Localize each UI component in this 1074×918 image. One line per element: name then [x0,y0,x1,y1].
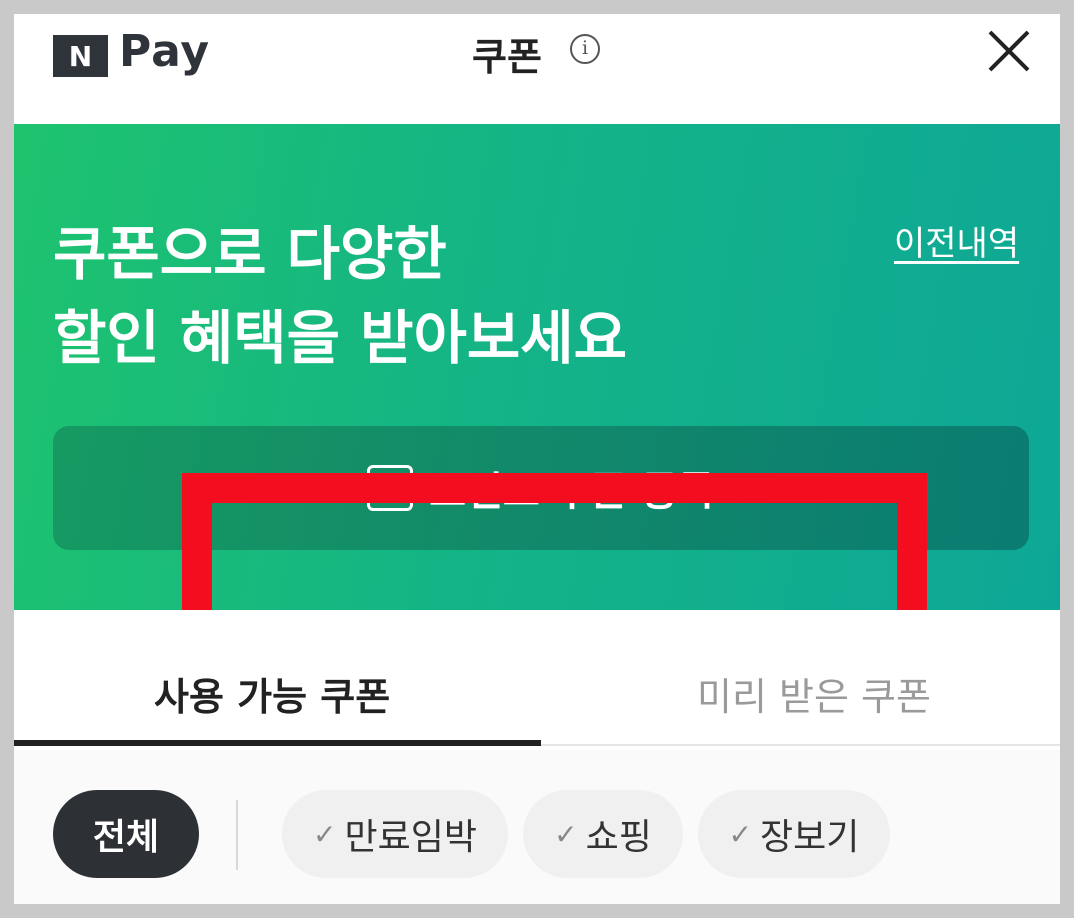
filter-chip-label: 장보기 [760,817,860,858]
filter-divider [236,800,238,870]
check-icon: ✓ [313,817,337,851]
check-icon: ✓ [728,817,753,851]
filter-chip-label: 쇼핑 [585,817,652,858]
filter-bar: 전체 ✓ 만료임박 ✓ 쇼핑 ✓ 장보기 [14,750,1060,904]
promo-banner: 쿠폰으로 다양한 할인 혜택을 받아보세요 이전내역 포인트 쿠폰 등록 [14,124,1060,710]
filter-chip-all[interactable]: 전체 [53,790,199,878]
close-button[interactable] [984,26,1034,76]
filter-chip-shopping[interactable]: ✓ 쇼핑 [523,790,683,878]
check-icon: ✓ [554,817,578,851]
info-icon[interactable]: i [570,34,600,64]
npay-logo-mark: N [53,35,108,77]
filter-chip-label: 만료임박 [344,817,477,858]
filter-chip-expiring[interactable]: ✓ 만료임박 [282,790,508,878]
filter-chip-groceries[interactable]: ✓ 장보기 [698,790,890,878]
coupon-tabs: 사용 가능 쿠폰 미리 받은 쿠폰 [14,610,1060,750]
close-icon [988,30,1030,72]
header: N Pay 쿠폰 i [14,14,1060,124]
banner-headline: 쿠폰으로 다양한 할인 혜택을 받아보세요 [53,212,627,380]
banner-headline-line2: 할인 혜택을 받아보세요 [53,304,627,372]
page-title: 쿠폰 [472,35,542,79]
history-link[interactable]: 이전내역 [894,216,1019,265]
banner-headline-line1: 쿠폰으로 다양한 [53,220,447,288]
active-tab-indicator [14,740,541,746]
tab-available-coupons[interactable]: 사용 가능 쿠폰 [154,666,390,721]
npay-logo-text: Pay [119,26,211,77]
tab-prereceived-coupons[interactable]: 미리 받은 쿠폰 [697,666,931,721]
coupon-page: N Pay 쿠폰 i 쿠폰으로 다양한 할인 혜택을 받아보세요 이전내역 포인… [14,14,1060,904]
